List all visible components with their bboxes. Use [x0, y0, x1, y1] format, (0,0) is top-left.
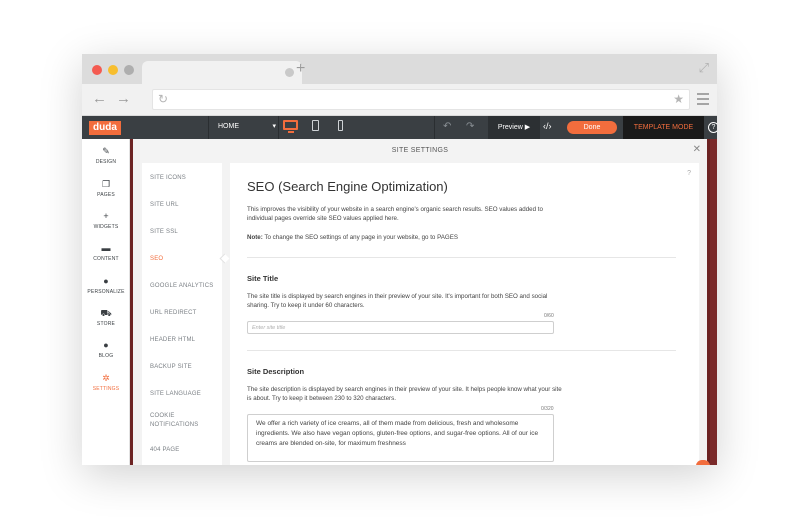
tab-close-icon[interactable] [285, 68, 294, 77]
minimize-window-dot[interactable] [108, 65, 118, 75]
desktop-stand-icon [288, 131, 294, 133]
caret-down-icon: ▾ [272, 123, 276, 130]
close-window-dot[interactable] [92, 65, 102, 75]
new-tab-icon[interactable]: + [296, 60, 305, 78]
orange-corner-badge [696, 460, 710, 465]
modal-title: SITE SETTINGS [391, 147, 449, 154]
sidebar-item-design[interactable]: ✎ DESIGN [82, 145, 130, 165]
browser-window: + ⤢ ← → ↻ ★ duda HOME ▾ ↶ ↷ Preview ▶ ‹/… [82, 54, 717, 465]
address-bar: ← → ↻ ★ [82, 84, 717, 116]
editor-toolbar: duda HOME ▾ ↶ ↷ Preview ▶ ‹/› Done TEMPL… [82, 116, 717, 139]
desktop-view-icon[interactable] [283, 120, 298, 130]
note-label: Note: [247, 234, 263, 241]
note-text: To change the SEO settings of any page i… [262, 234, 458, 241]
site-settings-modal: SITE SETTINGS ✕ SITE ICONS SITE URL SITE… [133, 139, 707, 465]
settings-menu-item[interactable]: SITE URL [142, 201, 222, 210]
mobile-view-icon[interactable] [338, 120, 343, 131]
reload-icon[interactable]: ↻ [158, 92, 168, 106]
undo-icon[interactable]: ↶ [443, 121, 451, 132]
sidebar-item-label: PAGES [97, 192, 115, 198]
sidebar-item-label: STORE [96, 321, 116, 327]
expand-icon[interactable]: ⤢ [699, 60, 709, 76]
help-icon[interactable]: ? [708, 122, 717, 133]
settings-menu-item[interactable]: URL REDIRECT [142, 309, 222, 318]
page-select[interactable]: HOME ▾ [216, 116, 278, 139]
settings-menu-item[interactable]: GOOGLE ANALYTICS [142, 282, 222, 291]
star-icon[interactable]: ★ [673, 92, 684, 106]
sidebar-item-content[interactable]: ▬ CONTENT [82, 242, 130, 262]
seo-panel: ? SEO (Search Engine Optimization) This … [230, 163, 699, 465]
settings-menu: SITE ICONS SITE URL SITE SSL SEO GOOGLE … [142, 163, 222, 465]
toolbar-divider [434, 116, 435, 139]
sidebar-item-label: SETTINGS [92, 386, 120, 392]
canvas-edge [710, 139, 717, 465]
settings-menu-item[interactable]: SITE ICONS [142, 174, 222, 183]
preview-button[interactable]: Preview ▶ [488, 116, 540, 139]
site-title-input[interactable] [247, 321, 554, 334]
settings-menu-item[interactable]: COOKIE NOTIFICATIONS [142, 412, 202, 430]
site-title-counter: 0/60 [544, 313, 554, 319]
forward-arrow-icon[interactable]: → [116, 90, 131, 107]
sidebar-item-label: PERSONALIZE [87, 289, 125, 295]
sidebar-item-pages[interactable]: ❐ PAGES [82, 178, 130, 198]
folder-icon: ▬ [101, 243, 111, 253]
help-icon[interactable]: ? [687, 170, 691, 177]
page-select-label: HOME [218, 123, 239, 130]
plus-icon: + [103, 211, 109, 221]
chat-icon: ● [103, 340, 109, 350]
section-divider [247, 257, 676, 258]
cart-icon: ⛟ [100, 308, 112, 318]
settings-menu-item-seo[interactable]: SEO [142, 255, 222, 264]
site-description-heading: Site Description [247, 367, 305, 376]
sidebar-item-settings[interactable]: ✲ SETTINGS [82, 372, 130, 392]
page-title: SEO (Search Engine Optimization) [247, 179, 448, 194]
person-icon: ● [103, 276, 109, 286]
sidebar-item-label: DESIGN [95, 159, 117, 165]
brush-icon: ✎ [102, 146, 110, 156]
sidebar-item-blog[interactable]: ● BLOG [82, 339, 130, 359]
maximize-window-dot[interactable] [124, 65, 134, 75]
settings-menu-item[interactable]: HEADER HTML [142, 336, 222, 345]
sidebar-item-store[interactable]: ⛟ STORE [82, 307, 130, 327]
pages-icon: ❐ [101, 179, 111, 189]
duda-logo: duda [89, 121, 121, 135]
menu-icon[interactable] [697, 93, 709, 108]
site-description-counter: 0/320 [541, 406, 554, 412]
settings-menu-item[interactable]: SITE LANGUAGE [142, 390, 222, 399]
sidebar-item-label: BLOG [98, 353, 114, 359]
settings-menu-item[interactable]: BACKUP SITE [142, 363, 222, 372]
sidebar-item-widgets[interactable]: + WIDGETS [82, 210, 130, 230]
toolbar-divider [278, 116, 279, 139]
browser-tab-bar: + ⤢ [82, 54, 717, 84]
toolbar-divider [208, 116, 209, 139]
gear-icon: ✲ [102, 373, 110, 383]
editor-sidebar: ✎ DESIGN ❐ PAGES + WIDGETS ▬ CONTENT ● P… [82, 139, 130, 465]
site-description-textarea[interactable]: We offer a rich variety of ice creams, a… [247, 414, 554, 462]
done-button[interactable]: Done [567, 121, 617, 134]
site-description-help-text: The site description is displayed by sea… [247, 386, 562, 402]
settings-menu-item[interactable]: SITE SSL [142, 228, 222, 237]
seo-intro-text: This improves the visibility of your web… [247, 206, 543, 222]
sidebar-item-label: WIDGETS [93, 224, 119, 230]
code-icon[interactable]: ‹/› [543, 121, 552, 131]
sidebar-item-personalize[interactable]: ● PERSONALIZE [82, 275, 130, 295]
url-input[interactable]: ↻ ★ [152, 89, 690, 110]
sidebar-item-label: CONTENT [93, 256, 119, 262]
site-title-heading: Site Title [247, 274, 279, 283]
redo-icon[interactable]: ↷ [466, 121, 474, 132]
template-mode-button[interactable]: TEMPLATE MODE [623, 116, 704, 139]
back-arrow-icon[interactable]: ← [92, 90, 107, 107]
seo-note: Note: To change the SEO settings of any … [247, 233, 557, 242]
close-icon[interactable]: ✕ [693, 144, 701, 155]
browser-tab[interactable] [142, 61, 302, 84]
settings-menu-item[interactable]: 404 PAGE [142, 446, 222, 455]
modal-header: SITE SETTINGS ✕ [133, 139, 707, 163]
section-divider [247, 350, 676, 351]
tablet-view-icon[interactable] [312, 120, 319, 131]
site-title-help-text: The site title is displayed by search en… [247, 293, 548, 309]
